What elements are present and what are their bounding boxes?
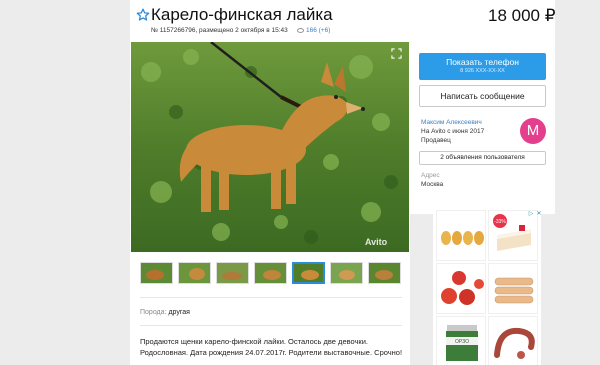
ad-controls: ▷ ✕ (528, 211, 542, 217)
seller-avatar[interactable]: М (520, 118, 546, 144)
breed-value: другая (168, 309, 190, 316)
write-message-button[interactable]: Написать сообщение (419, 85, 546, 107)
breed-row: Порода: другая (140, 309, 190, 316)
dog-photo-image (131, 42, 409, 252)
ad-product-sausage-ring[interactable] (488, 316, 538, 365)
views-count: 166 (+6) (306, 27, 331, 34)
seller-since: На Avito с июня 2017 (421, 128, 485, 135)
address-value: Москва (421, 181, 444, 188)
avito-watermark: Avito (365, 237, 388, 247)
user-ads-button[interactable]: 2 объявления пользователя (419, 151, 546, 165)
thumbnail-6[interactable] (330, 262, 363, 284)
jar-label: ОРЗО (455, 339, 469, 345)
ad-product-cake[interactable]: -33% (488, 210, 538, 261)
listing-meta: № 1157266796, размещено 2 октября в 15:4… (151, 27, 288, 34)
address-label: Адрес (421, 172, 440, 179)
listing-price: 18 000 ₽ (488, 6, 556, 25)
photo-thumbnails (140, 262, 401, 284)
seller-type: Продавец (421, 137, 451, 144)
thumbnail-4[interactable] (254, 262, 287, 284)
show-phone-button[interactable]: Показать телефон 8 926 XXX-XX-XX (419, 53, 546, 80)
divider (140, 325, 402, 326)
ad-product-tomatoes[interactable] (436, 263, 486, 314)
seller-name-link[interactable]: Максим Алексеевич (421, 119, 482, 126)
thumbnail-2[interactable] (178, 262, 211, 284)
thumbnail-5-active[interactable] (292, 262, 325, 284)
divider (140, 297, 402, 298)
ad-product-grid: -33% ОРЗО (436, 210, 538, 365)
thumbnail-1[interactable] (140, 262, 173, 284)
ad-close-icon[interactable]: ✕ (536, 211, 542, 217)
main-photo[interactable] (131, 42, 409, 252)
thumbnail-3[interactable] (216, 262, 249, 284)
thumbnail-7[interactable] (368, 262, 401, 284)
views-counter[interactable]: 166 (+6) (297, 27, 330, 34)
ad-product-jar[interactable]: ОРЗО (436, 316, 486, 365)
show-phone-label: Показать телефон (446, 57, 519, 67)
ad-discount-badge: -33% (494, 219, 506, 225)
listing-description: Продаются щенки карело-финской лайки. Ос… (140, 337, 403, 357)
phone-masked: 8 926 XXX-XX-XX (460, 68, 505, 74)
eye-icon (297, 28, 304, 33)
ad-product-sausages[interactable] (488, 263, 538, 314)
breed-label: Порода: (140, 309, 167, 316)
favorite-star-icon[interactable] (136, 8, 150, 22)
ad-product-eggs[interactable] (436, 210, 486, 261)
ad-info-icon[interactable]: ▷ (528, 211, 534, 217)
expand-icon[interactable] (391, 48, 402, 59)
listing-title: Карело-финская лайка (151, 5, 333, 24)
